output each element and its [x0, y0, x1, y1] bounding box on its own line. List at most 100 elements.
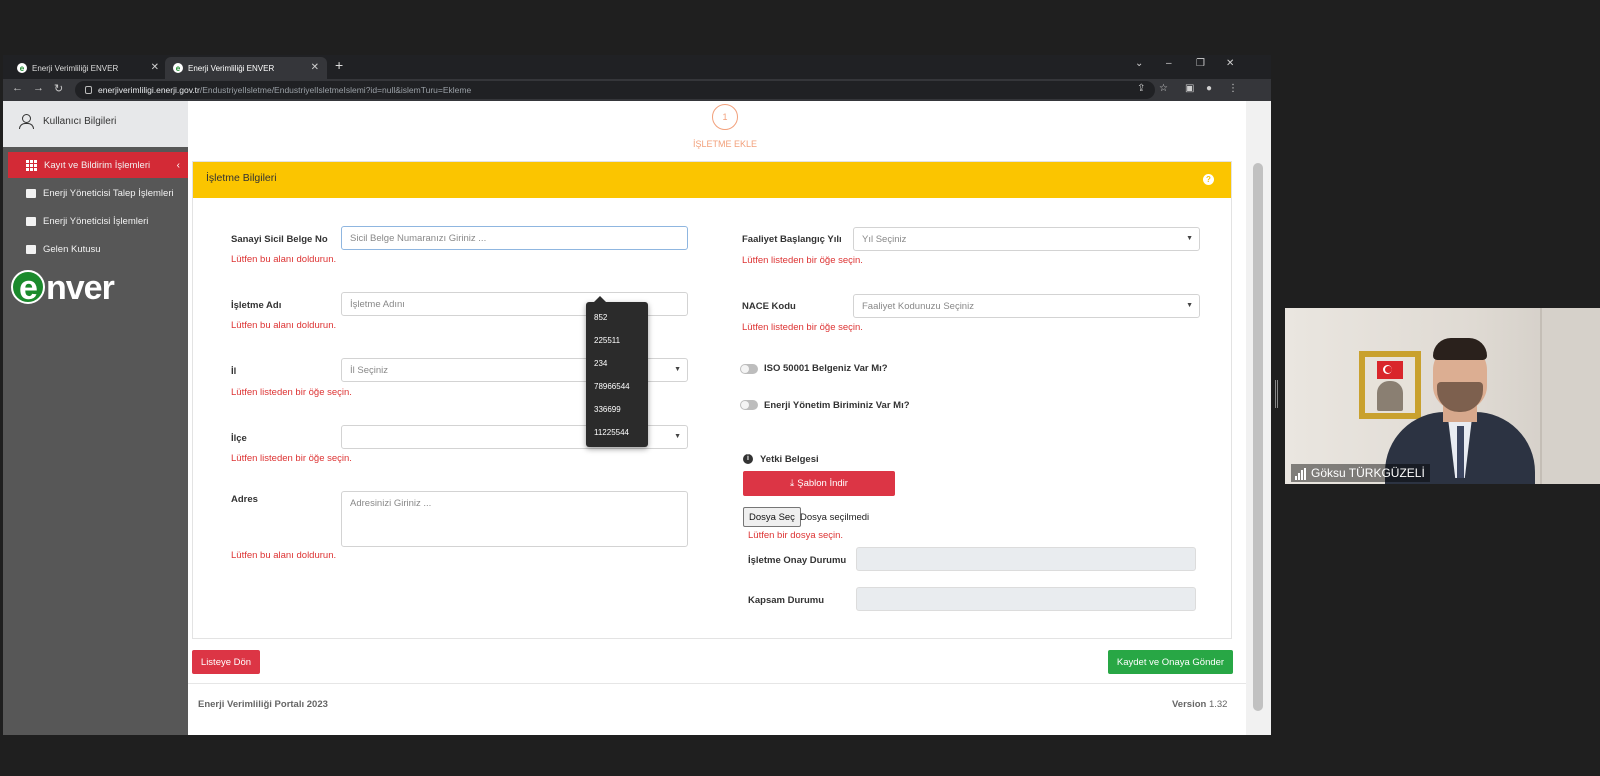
new-tab-icon[interactable]: +: [335, 57, 343, 73]
tab-title: Enerji Verimliliği ENVER: [32, 63, 119, 73]
autocomplete-option[interactable]: 225511: [594, 336, 620, 345]
enver-logo: e nver: [11, 269, 115, 308]
grid-icon: [26, 159, 37, 171]
sicil-error: Lütfen bu alanı doldurun.: [231, 254, 337, 265]
card-header: İşletme Bilgileri ?: [193, 162, 1231, 198]
step-indicator: 1: [712, 104, 738, 130]
listeye-don-button[interactable]: Listeye Dön: [192, 650, 260, 674]
tab-search-icon[interactable]: ⌄: [1135, 58, 1143, 69]
footer-version: Version 1.32: [1172, 699, 1227, 710]
footer-divider: [188, 683, 1246, 684]
browser-tab-active[interactable]: e Enerji Verimliliği ENVER ✕: [165, 57, 327, 79]
isletme-adi-placeholder: İşletme Adını: [350, 299, 405, 310]
restore-icon[interactable]: ❐: [1196, 58, 1205, 69]
iso-toggle[interactable]: [740, 364, 758, 374]
close-icon[interactable]: ✕: [151, 62, 159, 73]
il-error: Lütfen listeden bir öğe seçin.: [231, 387, 352, 398]
sidebar-item-kayit[interactable]: Kayıt ve Bildirim İşlemleri ‹: [8, 152, 188, 178]
nace-select[interactable]: Faaliyet Kodunuzu Seçiniz ▼: [853, 294, 1200, 318]
user-info-label: Kullanıcı Bilgileri: [43, 115, 117, 127]
adres-placeholder: Adresinizi Giriniz ...: [350, 498, 432, 509]
browser-window: e Enerji Verimliliği ENVER ✕ e Enerji Ve…: [3, 55, 1271, 735]
autocomplete-dropdown: 852 225511 234 78966544 336699 11225544: [586, 296, 648, 447]
kapsam-durumu-label: Kapsam Durumu: [748, 595, 825, 606]
briefcase-icon: [26, 188, 36, 198]
minimize-icon[interactable]: –: [1166, 58, 1172, 69]
scrollbar-thumb[interactable]: [1253, 163, 1263, 711]
address-bar[interactable]: enerjiverimliligi.enerji.gov.tr /Endustr…: [75, 81, 1155, 99]
step-label: İŞLETME EKLE: [692, 139, 758, 149]
logo-text: nver: [46, 269, 115, 307]
sidebar-item-label: Enerji Yöneticisi Talep İşlemleri: [43, 187, 174, 199]
adres-error: Lütfen bu alanı doldurun.: [231, 550, 337, 561]
tab-title: Enerji Verimliliği ENVER: [188, 63, 275, 73]
user-info-link[interactable]: Kullanıcı Bilgileri: [3, 101, 188, 141]
sidebar-item-yonetici[interactable]: Enerji Yöneticisi İşlemleri: [8, 208, 188, 234]
autocomplete-option[interactable]: 234: [594, 359, 607, 368]
ilce-error: Lütfen listeden bir öğe seçin.: [231, 453, 352, 464]
main-content: 1 İŞLETME EKLE İşletme Bilgileri ? Sanay…: [188, 101, 1246, 735]
sidebar-divider: [3, 141, 188, 147]
autocomplete-option[interactable]: 336699: [594, 405, 621, 414]
webcam-door: [1540, 308, 1600, 484]
turkish-flag: [1377, 361, 1403, 379]
envelope-icon: [26, 244, 36, 254]
sidebar-item-label: Enerji Yöneticisi İşlemleri: [43, 215, 149, 227]
il-placeholder: İl Seçiniz: [350, 365, 389, 376]
sicil-placeholder: Sicil Belge Numaranızı Giriniz ...: [350, 233, 487, 244]
reload-icon[interactable]: ↻: [54, 82, 63, 95]
ilce-label: İlçe: [231, 433, 247, 444]
sablon-indir-button[interactable]: ⤓ Şablon İndir: [743, 471, 895, 496]
frame-inner: [1365, 357, 1415, 413]
sidebar-item-gelen-kutusu[interactable]: Gelen Kutusu: [8, 236, 188, 262]
portrait-figure: [1377, 381, 1403, 411]
chevron-down-icon: ▼: [1186, 302, 1193, 309]
version-value: 1.32: [1208, 699, 1228, 710]
il-label: İl: [231, 366, 237, 377]
faaliyet-placeholder: Yıl Seçiniz: [862, 234, 907, 245]
briefcase-icon: [26, 216, 36, 226]
sidebar-item-talep[interactable]: Enerji Yöneticisi Talep İşlemleri: [8, 180, 188, 206]
info-icon: i: [743, 454, 753, 464]
chevron-down-icon: ▼: [674, 366, 681, 373]
adres-textarea[interactable]: Adresinizi Giriniz ...: [341, 491, 688, 547]
onay-durumu-field: [856, 547, 1196, 571]
faaliyet-select[interactable]: Yıl Seçiniz ▼: [853, 227, 1200, 251]
web-page: Kullanıcı Bilgileri Kayıt ve Bildirim İş…: [3, 101, 1271, 735]
yetki-belgesi-title: Yetki Belgesi: [760, 454, 819, 465]
participant-tie: [1457, 426, 1464, 478]
panel-resize-handle[interactable]: [1275, 380, 1278, 408]
signal-bars-icon: [1295, 468, 1306, 480]
forward-arrow-icon[interactable]: →: [33, 82, 44, 94]
side-panel-icon[interactable]: ▣: [1185, 83, 1194, 94]
back-arrow-icon[interactable]: ←: [12, 82, 23, 94]
faaliyet-error: Lütfen listeden bir öğe seçin.: [742, 255, 863, 266]
isletme-adi-label: İşletme Adı: [231, 300, 282, 311]
lock-icon: [85, 86, 92, 94]
page-scrollbar[interactable]: [1246, 101, 1271, 735]
autocomplete-option[interactable]: 852: [594, 313, 607, 322]
dosya-error: Lütfen bir dosya seçin.: [748, 530, 844, 541]
url-path: /EndustriyelIsletme/EndustriyelIsletmeIs…: [199, 85, 472, 95]
menu-kebab-icon[interactable]: ⋮: [1228, 83, 1238, 94]
sicil-input[interactable]: Sicil Belge Numaranızı Giriniz ...: [341, 226, 688, 250]
participant-name: Göksu TÜRKGÜZELİ: [1311, 466, 1425, 480]
window-close-icon[interactable]: ✕: [1226, 58, 1234, 69]
close-icon[interactable]: ✕: [311, 62, 319, 73]
screen: e Enerji Verimliliği ENVER ✕ e Enerji Ve…: [0, 0, 1600, 776]
browser-tab[interactable]: e Enerji Verimliliği ENVER ✕: [9, 57, 167, 79]
adres-label: Adres: [231, 494, 258, 505]
autocomplete-option[interactable]: 78966544: [594, 382, 630, 391]
profile-icon[interactable]: ●: [1206, 83, 1212, 94]
help-icon[interactable]: ?: [1203, 174, 1214, 185]
enver-favicon-icon: e: [17, 63, 27, 73]
autocomplete-option[interactable]: 11225544: [594, 428, 629, 437]
share-icon[interactable]: ⇪: [1137, 83, 1145, 94]
kaydet-onaya-gonder-button[interactable]: Kaydet ve Onaya Gönder: [1108, 650, 1233, 674]
sidebar-item-label: Kayıt ve Bildirim İşlemleri: [44, 159, 151, 171]
dosya-sec-button[interactable]: Dosya Seç: [743, 507, 801, 527]
version-label: Version: [1172, 699, 1207, 710]
bookmark-star-icon[interactable]: ☆: [1159, 83, 1168, 94]
birim-toggle[interactable]: [740, 400, 758, 410]
browser-toolbar: ← → ↻ enerjiverimliligi.enerji.gov.tr /E…: [3, 79, 1271, 101]
